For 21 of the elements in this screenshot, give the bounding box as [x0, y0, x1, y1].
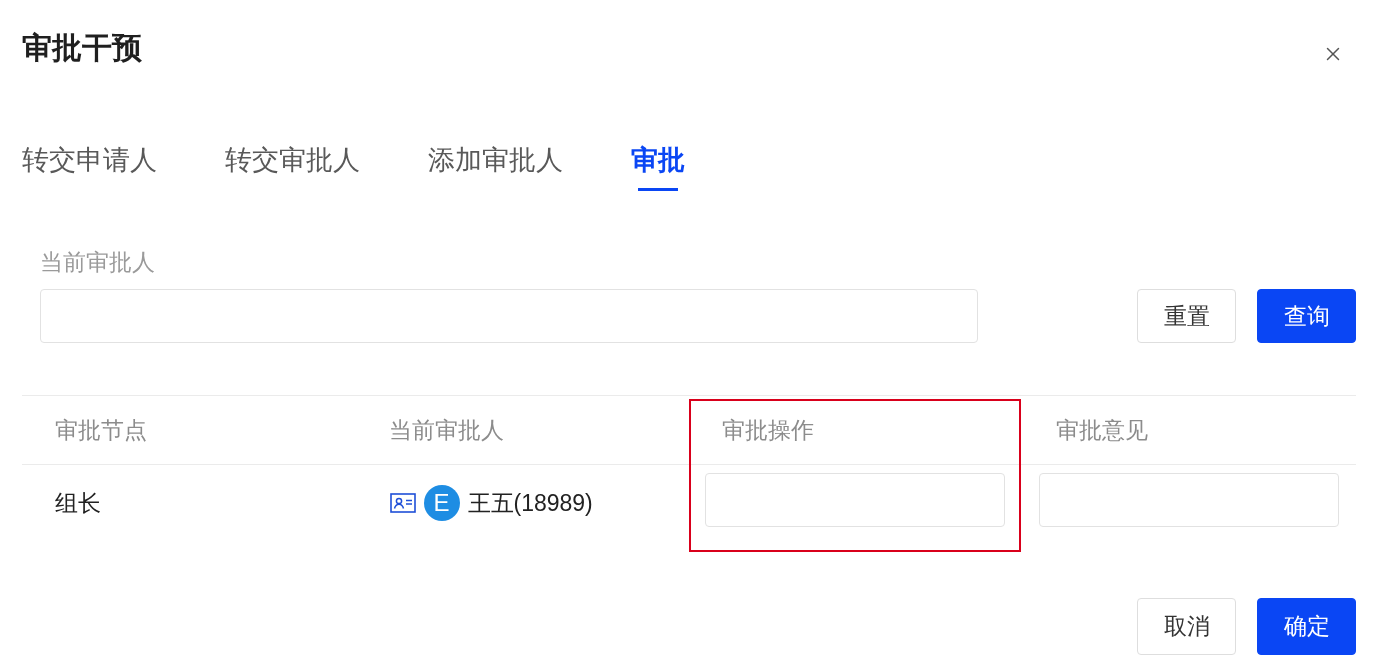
id-card-icon: [389, 493, 416, 513]
approver-name: 王五(18989): [467, 488, 593, 518]
approver-input[interactable]: [40, 289, 978, 343]
tab[interactable]: 审批: [631, 120, 685, 192]
table-cell-text: 组长: [55, 488, 101, 518]
secondary-button[interactable]: 重置: [1137, 289, 1236, 343]
dialog-title: 审批干预: [22, 30, 142, 66]
input-field[interactable]: [1038, 473, 1339, 527]
secondary-button[interactable]: 取消: [1137, 598, 1236, 655]
primary-button[interactable]: 查询: [1257, 289, 1356, 343]
column-header: 审批意见: [1055, 415, 1148, 445]
field-label: 当前审批人: [40, 248, 155, 277]
input-field[interactable]: [705, 473, 1005, 527]
column-header: 审批节点: [55, 415, 147, 445]
tab[interactable]: 添加审批人: [428, 120, 563, 192]
tab[interactable]: 转交审批人: [225, 120, 360, 192]
user-avatar: E: [423, 485, 460, 521]
primary-button[interactable]: 确定: [1257, 598, 1356, 655]
column-header: 审批操作: [722, 415, 814, 445]
tab[interactable]: 转交申请人: [22, 120, 157, 192]
column-header: 当前审批人: [388, 415, 504, 445]
